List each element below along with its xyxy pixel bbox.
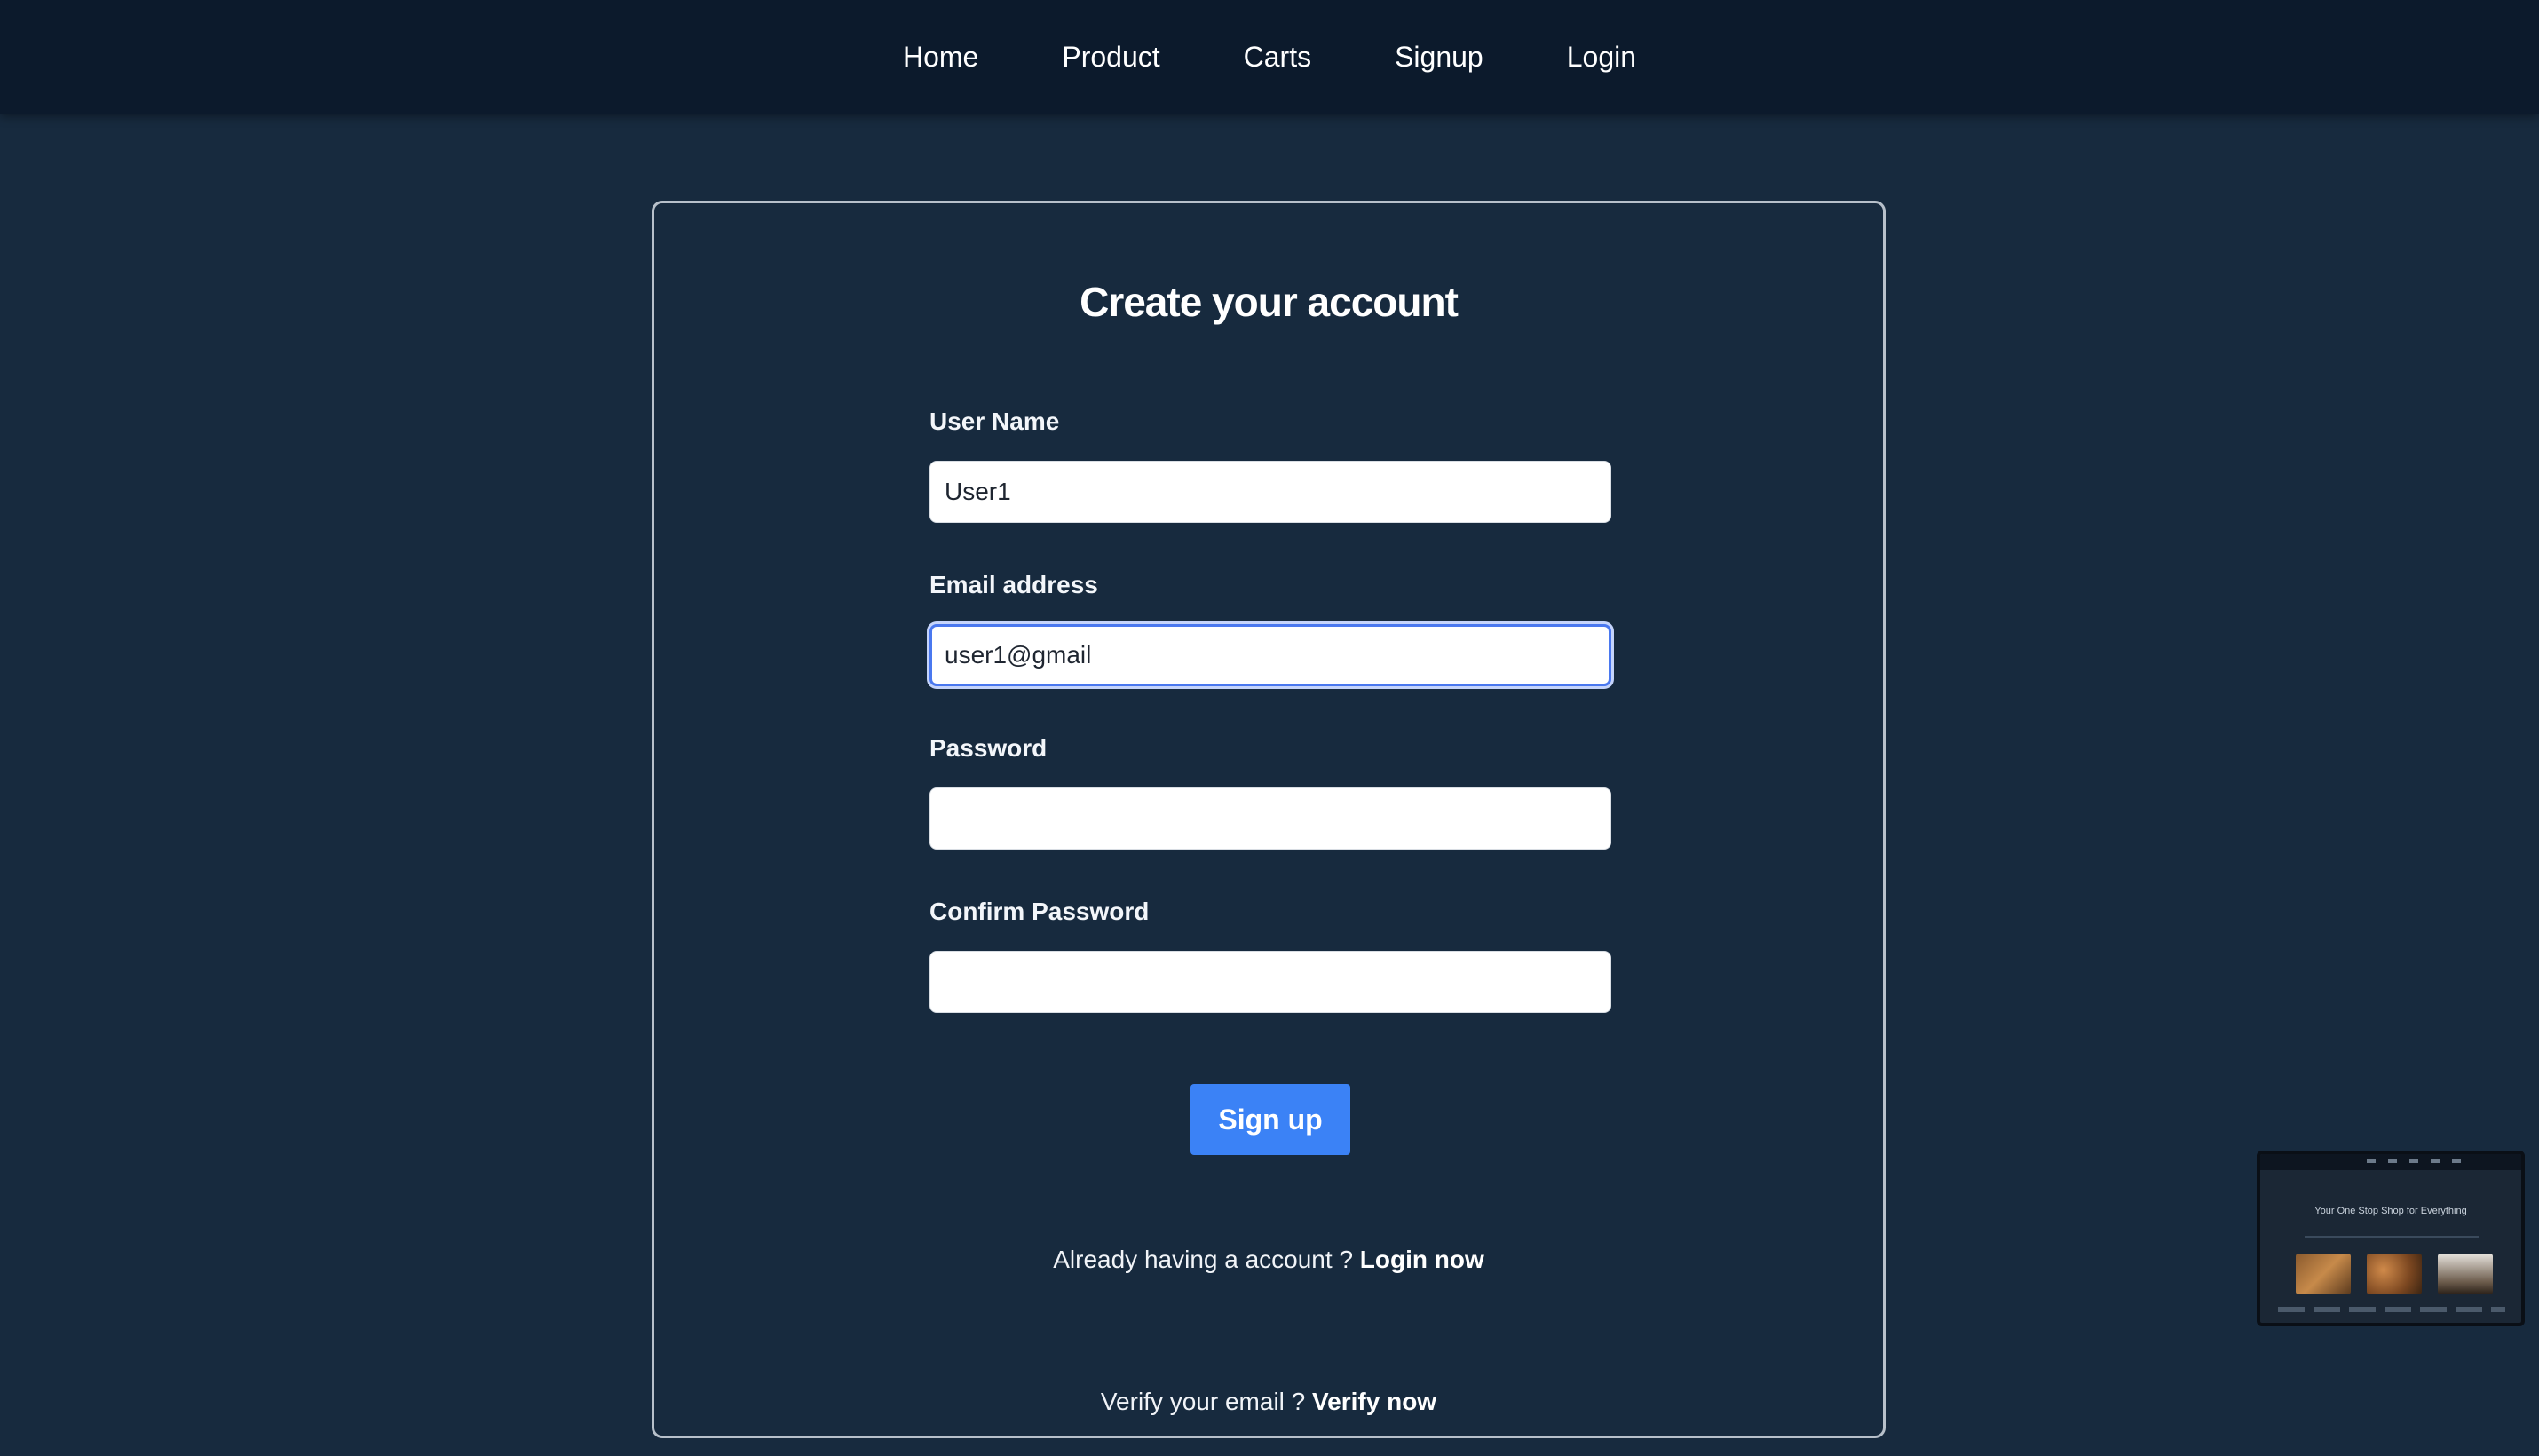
nav-link-home[interactable]: Home [861, 0, 1020, 114]
nav-link-signup[interactable]: Signup [1353, 0, 1525, 114]
login-prompt-text: Already having a account ? [1053, 1246, 1360, 1273]
top-navbar: Home Product Carts Signup Login [0, 0, 2539, 114]
video-preview-thumbnail[interactable]: Your One Stop Shop for Everything [2257, 1151, 2525, 1326]
nav-link-product[interactable]: Product [1020, 0, 1201, 114]
username-input[interactable] [929, 461, 1611, 523]
thumbnail-divider [2305, 1236, 2479, 1238]
confirm-password-label: Confirm Password [929, 898, 1150, 925]
nav-link-carts[interactable]: Carts [1202, 0, 1353, 114]
thumbnail-product-image [2367, 1254, 2422, 1294]
password-label: Password [929, 734, 1048, 762]
signup-button[interactable]: Sign up [1190, 1084, 1350, 1155]
thumbnail-tagline: Your One Stop Shop for Everything [2314, 1206, 2467, 1216]
confirm-password-input[interactable] [929, 951, 1611, 1013]
thumbnail-product-image [2296, 1254, 2351, 1294]
login-now-link[interactable]: Login now [1360, 1246, 1484, 1273]
verify-now-link[interactable]: Verify now [1312, 1388, 1436, 1415]
email-label: Email address [929, 571, 1098, 598]
thumbnail-caption-row [2278, 1307, 2505, 1312]
email-input[interactable] [929, 624, 1611, 686]
username-label: User Name [929, 408, 1060, 435]
signup-card: Create your account User Name Email addr… [652, 201, 1886, 1438]
login-prompt: Already having a account ? Login now [654, 1246, 1883, 1274]
verify-prompt: Verify your email ? Verify now [654, 1388, 1883, 1416]
form-title: Create your account [1080, 279, 1459, 325]
password-input[interactable] [929, 787, 1611, 850]
thumbnail-nav-links [2367, 1159, 2473, 1163]
verify-prompt-text: Verify your email ? [1100, 1388, 1313, 1415]
nav-link-login[interactable]: Login [1525, 0, 1678, 114]
thumbnail-product-image [2438, 1254, 2493, 1294]
